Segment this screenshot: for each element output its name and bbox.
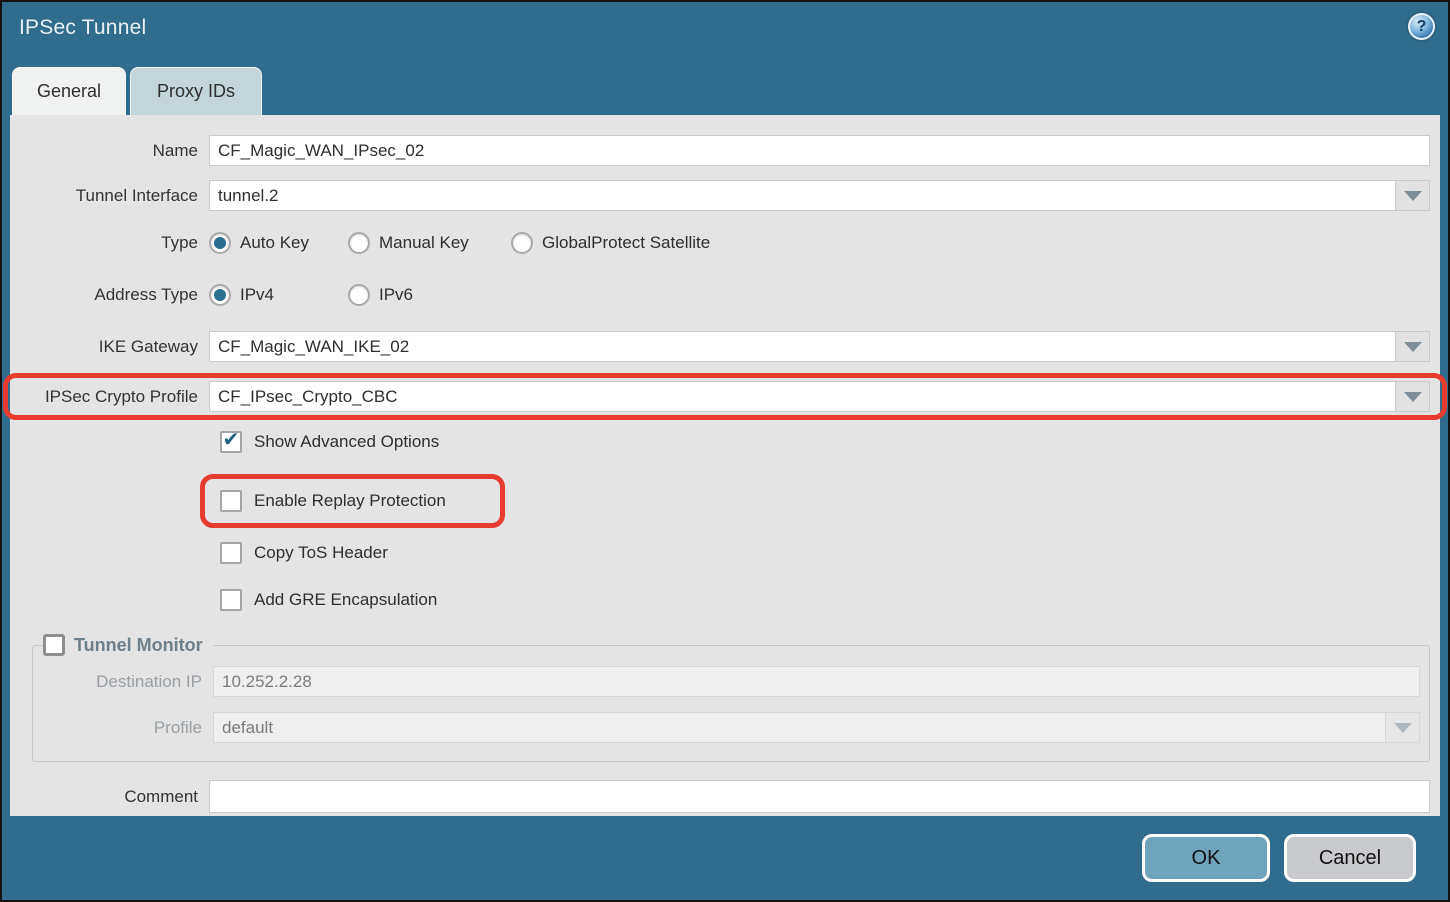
radio-manual-key[interactable] <box>348 232 370 254</box>
ipsec-crypto-profile-row: IPSec Crypto Profile <box>10 381 1440 412</box>
tunnel-monitor-section: Tunnel Monitor Destination IP Profile <box>32 634 1430 762</box>
titlebar: IPSec Tunnel ? <box>2 2 1448 54</box>
radio-option-ipv4: IPv4 <box>209 284 348 306</box>
highlight-ring-replay-protection: Enable Replay Protection <box>200 474 505 528</box>
show-advanced-options-row: ✔ Show Advanced Options <box>220 429 1440 455</box>
add-gre-encapsulation-row: Add GRE Encapsulation <box>220 587 1440 613</box>
ipsec-crypto-profile-label: IPSec Crypto Profile <box>10 387 209 407</box>
tunnel-monitor-legend: Tunnel Monitor <box>43 634 213 656</box>
radio-ipv6-label: IPv6 <box>379 285 413 305</box>
destination-ip-label: Destination IP <box>33 672 213 692</box>
tunnel-interface-input[interactable] <box>209 180 1396 211</box>
enable-replay-protection-row: Enable Replay Protection <box>220 488 500 514</box>
general-tab-panel: Name Tunnel Interface Type Auto Key <box>10 115 1440 818</box>
comment-row: Comment <box>10 780 1440 813</box>
cancel-button[interactable]: Cancel <box>1284 834 1416 882</box>
address-type-row: Address Type IPv4 IPv6 <box>10 282 1440 308</box>
checkbox-add-gre-encapsulation[interactable] <box>220 589 242 611</box>
radio-auto-key[interactable] <box>209 232 231 254</box>
checkbox-copy-tos-header[interactable] <box>220 542 242 564</box>
profile-label: Profile <box>33 718 213 738</box>
add-gre-encapsulation-label: Add GRE Encapsulation <box>254 590 437 610</box>
tab-proxy-ids[interactable]: Proxy IDs <box>130 67 262 115</box>
enable-replay-protection-label: Enable Replay Protection <box>254 491 446 511</box>
profile-row: Profile <box>33 712 1429 743</box>
tab-general-label: General <box>37 81 101 102</box>
destination-ip-row: Destination IP <box>33 666 1429 697</box>
type-row: Type Auto Key Manual Key GlobalProtect S… <box>10 230 1440 256</box>
ok-button[interactable]: OK <box>1142 834 1270 882</box>
radio-ipv4[interactable] <box>209 284 231 306</box>
radio-globalprotect-satellite-label: GlobalProtect Satellite <box>542 233 710 253</box>
copy-tos-header-label: Copy ToS Header <box>254 543 388 563</box>
ipsec-crypto-profile-input[interactable] <box>209 381 1396 412</box>
profile-dropdown-button <box>1386 712 1420 743</box>
radio-option-manual-key: Manual Key <box>348 232 511 254</box>
tunnel-monitor-label: Tunnel Monitor <box>74 635 203 656</box>
help-icon-glyph: ? <box>1417 18 1427 36</box>
radio-option-ipv6: IPv6 <box>348 284 413 306</box>
ike-gateway-input[interactable] <box>209 331 1396 362</box>
show-advanced-options-label: Show Advanced Options <box>254 432 439 452</box>
tunnel-interface-dropdown-button[interactable] <box>1396 180 1430 211</box>
checkbox-tunnel-monitor[interactable] <box>43 634 65 656</box>
checkbox-show-advanced-options[interactable]: ✔ <box>220 431 242 453</box>
comment-input[interactable] <box>209 780 1430 813</box>
checkmark-icon: ✔ <box>223 430 240 450</box>
profile-input <box>213 712 1386 743</box>
ike-gateway-dropdown-button[interactable] <box>1396 331 1430 362</box>
name-label: Name <box>10 141 209 161</box>
ipsec-crypto-profile-dropdown-button[interactable] <box>1396 381 1430 412</box>
name-input[interactable] <box>209 135 1430 166</box>
tab-bar: General Proxy IDs <box>2 67 1448 115</box>
radio-ipv6[interactable] <box>348 284 370 306</box>
tunnel-interface-label: Tunnel Interface <box>10 186 209 206</box>
chevron-down-icon <box>1404 392 1422 402</box>
tunnel-interface-row: Tunnel Interface <box>10 180 1440 211</box>
help-icon[interactable]: ? <box>1408 13 1435 40</box>
highlight-ring-crypto-profile: IPSec Crypto Profile <box>3 373 1447 420</box>
radio-auto-key-label: Auto Key <box>240 233 309 253</box>
ipsec-tunnel-dialog: IPSec Tunnel ? General Proxy IDs Name Tu… <box>0 0 1450 902</box>
ike-gateway-row: IKE Gateway <box>10 331 1440 362</box>
copy-tos-header-row: Copy ToS Header <box>220 540 1440 566</box>
radio-selected-dot <box>214 289 226 301</box>
radio-option-auto-key: Auto Key <box>209 232 348 254</box>
dialog-footer: OK Cancel <box>2 816 1448 900</box>
radio-ipv4-label: IPv4 <box>240 285 274 305</box>
name-row: Name <box>10 135 1440 166</box>
comment-label: Comment <box>10 787 209 807</box>
ike-gateway-label: IKE Gateway <box>10 337 209 357</box>
radio-selected-dot <box>214 237 226 249</box>
checkbox-enable-replay-protection[interactable] <box>220 490 242 512</box>
destination-ip-input <box>213 666 1420 697</box>
type-label: Type <box>10 233 209 253</box>
radio-manual-key-label: Manual Key <box>379 233 469 253</box>
address-type-label: Address Type <box>10 285 209 305</box>
dialog-title: IPSec Tunnel <box>19 16 146 40</box>
tab-proxy-ids-label: Proxy IDs <box>157 81 235 102</box>
tab-general[interactable]: General <box>12 67 126 115</box>
chevron-down-icon <box>1404 342 1422 352</box>
radio-globalprotect-satellite[interactable] <box>511 232 533 254</box>
chevron-down-icon <box>1394 723 1412 733</box>
radio-option-globalprotect-satellite: GlobalProtect Satellite <box>511 232 710 254</box>
chevron-down-icon <box>1404 191 1422 201</box>
